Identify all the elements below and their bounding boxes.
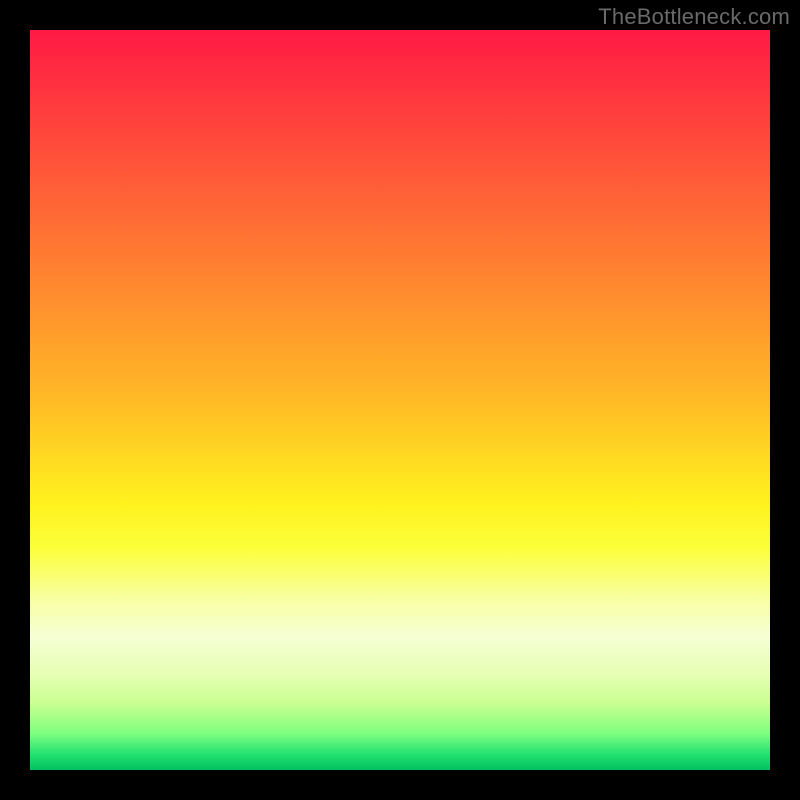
chart-frame: TheBottleneck.com xyxy=(0,0,800,800)
plot-area xyxy=(30,30,770,770)
watermark-text: TheBottleneck.com xyxy=(598,4,790,30)
gradient-background xyxy=(30,30,770,770)
